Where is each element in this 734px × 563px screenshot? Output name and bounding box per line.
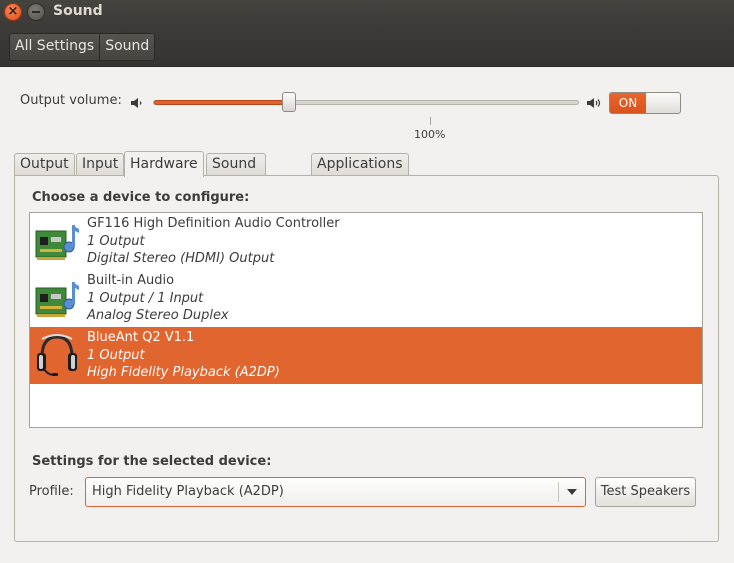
device-settings-heading: Settings for the selected device: (32, 454, 272, 469)
output-volume-slider[interactable] (153, 100, 579, 105)
speaker-high-icon (587, 98, 601, 108)
list-item-selected[interactable]: BlueAnt Q2 V1.1 1 Output High Fidelity P… (30, 327, 702, 384)
choose-device-heading: Choose a device to configure: (32, 190, 250, 205)
headset-icon (37, 334, 77, 376)
test-speakers-button[interactable]: Test Speakers (595, 477, 696, 507)
volume-slider-fill (154, 100, 290, 105)
device-name: GF116 High Definition Audio Controller (87, 216, 340, 231)
title-bar: × Sound (0, 0, 734, 25)
device-io: 1 Output (87, 234, 145, 249)
volume-slider-handle[interactable] (282, 92, 296, 112)
chevron-down-icon (567, 489, 577, 495)
volume-100-tick (430, 117, 431, 125)
minimize-window-button[interactable] (27, 3, 45, 21)
speaker-low-icon (131, 98, 142, 108)
sound-card-icon (35, 282, 79, 317)
sound-card-icon (35, 225, 79, 260)
tab-sound-effects[interactable]: Sound Effects (206, 153, 266, 193)
profile-dropdown[interactable]: High Fidelity Playback (A2DP) (85, 477, 586, 507)
tab-input[interactable]: Input (76, 153, 125, 176)
device-name: BlueAnt Q2 V1.1 (87, 330, 195, 345)
list-item[interactable]: Built-in Audio 1 Output / 1 Input Analog… (30, 270, 702, 327)
device-profile: Digital Stereo (HDMI) Output (87, 251, 275, 266)
device-name: Built-in Audio (87, 273, 175, 288)
tab-applications[interactable]: Applications (311, 153, 409, 176)
close-icon: × (7, 4, 19, 19)
breadcrumb: All Settings Sound (9, 33, 156, 61)
all-settings-button[interactable]: All Settings (10, 34, 100, 60)
profile-selected-value: High Fidelity Playback (A2DP) (92, 484, 284, 499)
device-io: 1 Output (87, 348, 145, 363)
device-profile: High Fidelity Playback (A2DP) (87, 365, 280, 380)
tab-output[interactable]: Output (14, 153, 75, 176)
profile-label: Profile: (29, 484, 74, 499)
device-profile: Analog Stereo Duplex (87, 308, 229, 323)
toolbar: All Settings Sound (0, 25, 734, 67)
device-io: 1 Output / 1 Input (87, 291, 204, 306)
device-list[interactable]: GF116 High Definition Audio Controller 1… (29, 212, 703, 428)
volume-100-label: 100% (414, 128, 446, 141)
tab-hardware[interactable]: Hardware (124, 151, 204, 177)
output-volume-label: Output volume: (20, 93, 122, 108)
sound-breadcrumb-button[interactable]: Sound (99, 34, 155, 60)
window-title: Sound (53, 3, 103, 19)
list-item[interactable]: GF116 High Definition Audio Controller 1… (30, 213, 702, 270)
close-window-button[interactable]: × (4, 3, 22, 21)
minimize-icon (32, 11, 40, 13)
output-mute-switch[interactable]: ON (609, 92, 681, 114)
switch-on-label: ON (610, 93, 646, 113)
dropdown-separator (558, 482, 559, 502)
